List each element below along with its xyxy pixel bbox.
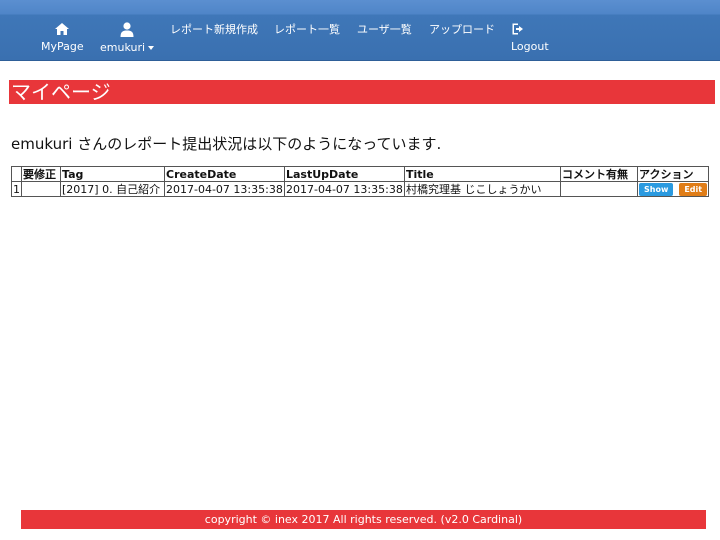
cell-needs-fix [21,181,61,197]
cell-createdate: 2017-04-07 13:35:38 [164,181,285,197]
nav-report-list[interactable]: レポート一覧 [274,21,340,37]
nav-upload[interactable]: アップロード [429,21,495,37]
edit-button[interactable]: Edit [679,183,708,196]
col-header-lastupdate: LastUpDate [284,166,405,182]
col-header-comment: コメント有無 [560,166,638,182]
report-status-message: emukuri さんのレポート提出状況は以下のようになっています. [11,133,441,154]
home-icon [41,22,84,39]
nav-user-menu[interactable]: emukuri [100,22,155,54]
cell-actions: Show Edit [636,181,710,197]
cell-lastupdate: 2017-04-07 13:35:38 [284,181,405,197]
user-icon [100,22,154,40]
table-row: 1 [2017] 0. 自己紹介 2017-04-07 13:35:38 201… [11,181,710,197]
col-header-action: アクション [636,166,710,182]
nav-user-label: emukuri [100,41,146,54]
col-header-index [11,166,22,182]
nav-report-list-label: レポート一覧 [274,23,340,36]
nav-mypage[interactable]: MyPage [41,22,84,53]
status-username: emukuri [11,135,73,153]
chevron-down-icon [148,46,155,50]
report-table: 要修正 Tag CreateDate LastUpDate Title コメント… [11,166,710,197]
nav-user-list-label: ユーザ一覧 [357,23,412,36]
nav-new-report[interactable]: レポート新規作成 [170,21,258,37]
col-header-title: Title [404,166,561,182]
page-title: マイページ [9,80,715,104]
status-text: さんのレポート提出状況は以下のようになっています. [72,135,442,153]
footer-copyright: copyright © inex 2017 All rights reserve… [21,510,706,529]
nav-user-list[interactable]: ユーザ一覧 [357,21,412,37]
nav-upload-label: アップロード [429,23,495,36]
nav-logout-label: Logout [511,40,549,53]
cell-tag: [2017] 0. 自己紹介 [60,181,165,197]
nav-new-report-label: レポート新規作成 [170,23,258,36]
cell-index: 1 [11,181,22,197]
nav-logout[interactable]: Logout [511,22,549,53]
col-header-tag: Tag [60,166,165,182]
col-header-needs-fix: 要修正 [21,166,61,182]
show-button[interactable]: Show [639,183,674,196]
col-header-createdate: CreateDate [164,166,285,182]
table-header-row: 要修正 Tag CreateDate LastUpDate Title コメント… [11,166,710,182]
cell-comment [560,181,638,197]
cell-title: 村橋究理基 じこしょうかい [404,181,561,197]
logout-icon [511,22,549,39]
top-navbar: MyPage emukuri レポート新規作成 レポート一覧 ユーザ一覧 アップ… [0,0,720,61]
nav-mypage-label: MyPage [41,40,84,53]
